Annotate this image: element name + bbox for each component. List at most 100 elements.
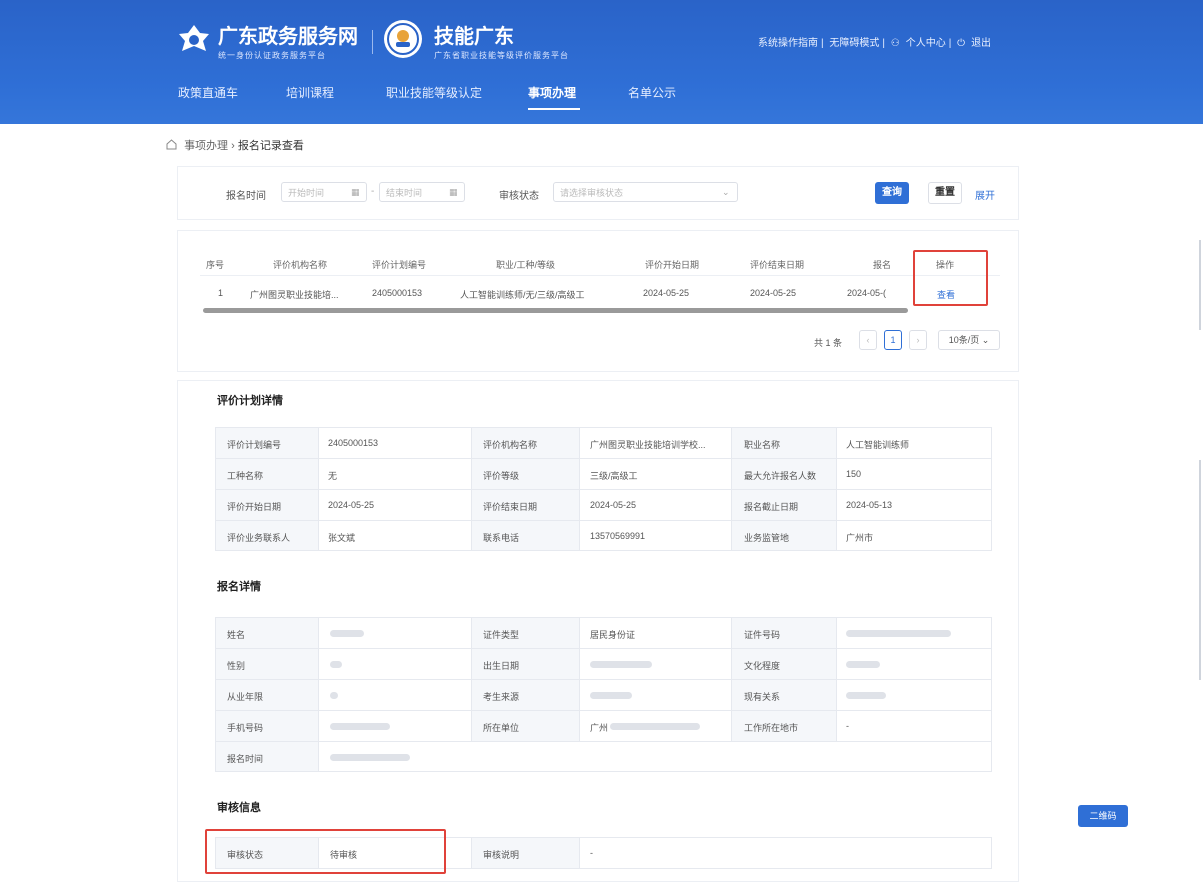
grid-line (216, 648, 991, 649)
row-start-date: 2024-05-25 (643, 288, 690, 298)
work-type-label: 工种名称 (227, 471, 264, 481)
audit-status-placeholder: 请选择审核状态 (560, 188, 624, 198)
breadcrumb-current: 报名记录查看 (237, 140, 304, 152)
contact-value: 张文斌 (328, 533, 356, 543)
grid-line (836, 428, 837, 550)
col-start-date: 评价开始日期 (645, 260, 700, 270)
user-icon: ⚇ (890, 38, 900, 49)
grid-line (216, 458, 991, 459)
site-header: 广东政务服务网 统一身份认证政务服务平台 技能广东 广东省职业技能等级评价服务平… (0, 0, 1203, 124)
expand-link[interactable]: 展开 (975, 187, 995, 202)
id-type-label: 证件类型 (483, 630, 520, 640)
chevron-down-icon: ⌄ (981, 335, 990, 345)
nav-public-list[interactable]: 名单公示 (628, 84, 676, 101)
deadline-label: 报名截止日期 (744, 502, 799, 512)
audit-desc-value: - (590, 848, 593, 858)
home-icon[interactable] (166, 139, 177, 150)
site-subtitle: 广东省职业技能等级评价服务平台 (434, 51, 569, 60)
id-type-value: 居民身份证 (590, 630, 636, 640)
name-label: 姓名 (227, 630, 246, 640)
table-header-divider (200, 275, 1000, 276)
grid-line (318, 428, 319, 550)
mobile-label: 手机号码 (227, 723, 264, 733)
nav-courses[interactable]: 培训课程 (286, 84, 334, 101)
grid-line (318, 618, 319, 771)
page-size-value: 10条/页 (948, 335, 980, 345)
redacted-mobile (330, 723, 390, 730)
gender-label: 性别 (227, 661, 246, 671)
grid-line (471, 618, 472, 741)
reset-button[interactable]: 重置 (928, 182, 962, 204)
guide-link[interactable]: 系统操作指南 (758, 38, 818, 49)
audit-status-select[interactable]: 请选择审核状态 ⌄ (553, 182, 738, 202)
col-index: 序号 (206, 260, 225, 270)
nav-skill-certification[interactable]: 职业技能等级认定 (386, 84, 482, 101)
max-signup-label: 最大允许报名人数 (744, 471, 817, 481)
page-size-select[interactable]: 10条/页 ⌄ (938, 330, 1000, 350)
nav-policy[interactable]: 政策直通车 (178, 84, 238, 101)
pager-total: 共 1 条 (814, 338, 843, 348)
phone-value: 13570569991 (590, 531, 646, 541)
record-table-panel (177, 230, 1019, 372)
calendar-icon: ▦ (449, 187, 458, 197)
qrcode-button[interactable]: 二维码 (1078, 805, 1128, 827)
signup-time-label: 报名时间 (226, 191, 266, 202)
row-signup-date: 2024-05-( (847, 288, 887, 298)
accessibility-link[interactable]: 无障碍模式 (829, 38, 879, 49)
prev-page-button[interactable]: ‹ (859, 330, 877, 350)
end-date-input[interactable]: 结束时间 ▦ (379, 182, 465, 202)
page-number[interactable]: 1 (884, 330, 902, 350)
col-org-name: 评价机构名称 (273, 260, 328, 270)
col-occupation: 职业/工种/等级 (496, 260, 556, 270)
start-date-value: 2024-05-25 (328, 500, 375, 510)
nav-active-indicator (528, 108, 580, 110)
logout-icon: ⏻ (957, 38, 966, 49)
employer-value: 广州 (590, 723, 609, 733)
action-column-highlight (913, 250, 988, 306)
search-button[interactable]: 查询 (875, 182, 909, 204)
work-city-label: 工作所在地市 (744, 723, 799, 733)
start-date-placeholder: 开始时间 (288, 188, 325, 198)
org-name-label: 评价机构名称 (483, 440, 538, 450)
birth-date-label: 出生日期 (483, 661, 520, 671)
table-horizontal-scrollbar[interactable] (203, 308, 908, 313)
breadcrumb-affairs[interactable]: 事项办理 (184, 140, 228, 152)
grid-line (471, 428, 472, 550)
org-name-value: 广州图灵职业技能培训学校... (590, 440, 706, 450)
logout-link[interactable]: 退出 (971, 38, 991, 49)
deadline-value: 2024-05-13 (846, 500, 893, 510)
next-page-button[interactable]: › (909, 330, 927, 350)
redacted-work-years (330, 692, 338, 699)
breadcrumb-separator: › (231, 140, 238, 152)
work-city-value: - (846, 721, 849, 731)
redacted-candidate-source (590, 692, 632, 699)
filter-bar: 报名时间 开始时间 ▦ - 结束时间 ▦ 审核状态 请选择审核状态 ⌄ 查询 重… (177, 166, 1019, 220)
grid-line (731, 618, 732, 741)
portal-subtitle: 统一身份认证政务服务平台 (218, 51, 326, 60)
row-end-date: 2024-05-25 (750, 288, 797, 298)
nav-affairs[interactable]: 事项办理 (528, 84, 576, 101)
id-number-label: 证件号码 (744, 630, 781, 640)
signup-detail-title: 报名详情 (217, 581, 261, 593)
plan-no-value: 2405000153 (328, 438, 379, 448)
col-end-date: 评价结束日期 (750, 260, 805, 270)
end-date-placeholder: 结束时间 (386, 188, 423, 198)
row-occupation: 人工智能训练师/无/三级/高级工 (460, 290, 585, 300)
grid-line (579, 838, 580, 868)
level-label: 评价等级 (483, 471, 520, 481)
row-plan-no: 2405000153 (372, 288, 423, 298)
personal-center-link[interactable]: 个人中心 (906, 38, 946, 49)
start-date-input[interactable]: 开始时间 ▦ (281, 182, 367, 202)
col-signup: 报名 (873, 260, 892, 270)
grid-line (731, 428, 732, 550)
grid-line (216, 710, 991, 711)
breadcrumb: 事项办理 › 报名记录查看 (166, 137, 304, 153)
audit-status-label: 审核状态 (499, 191, 539, 202)
redacted-relation (846, 692, 886, 699)
max-signup-value: 150 (846, 469, 862, 479)
top-links: 系统操作指南 | 无障碍模式 | ⚇ 个人中心 | ⏻ 退出 (758, 38, 992, 49)
portal-name[interactable]: 广东政务服务网 (218, 20, 358, 49)
grid-line (836, 618, 837, 741)
grid-line (471, 838, 472, 868)
site-name[interactable]: 技能广东 (434, 20, 514, 49)
